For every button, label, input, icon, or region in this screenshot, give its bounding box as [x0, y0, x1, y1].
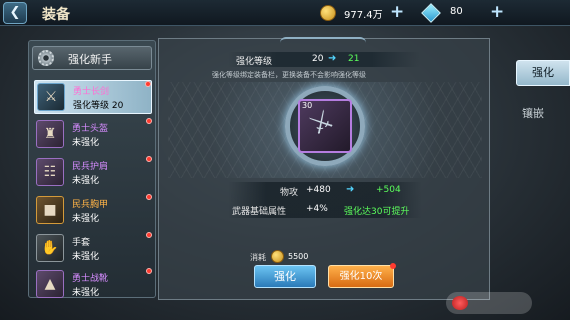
notification-dot — [146, 232, 152, 238]
enhance-10-label: 强化10次 — [339, 271, 383, 282]
stat-new-value: 强化达30可提升 — [344, 207, 410, 217]
item-name: 手套 — [72, 238, 91, 248]
stat-value: +4% — [306, 204, 328, 214]
item-status: 未强化 — [72, 176, 100, 186]
sword-icon: ⚔ — [37, 83, 65, 111]
helmet-icon: ♜ — [36, 120, 64, 148]
notification-dot — [146, 118, 152, 124]
add-gold-button[interactable]: + — [390, 2, 404, 22]
back-button[interactable]: ❮ — [3, 2, 27, 24]
notification-dot — [390, 263, 396, 269]
item-name: 勇士头盔 — [72, 124, 109, 134]
equipment-item[interactable]: ⚔ 勇士长剑 强化等级 20 — [34, 80, 152, 114]
equipment-item[interactable]: ☷ 民兵护肩 未强化 — [34, 156, 152, 190]
add-diamond-button[interactable]: + — [490, 2, 504, 22]
back-arrow-icon: ❮ — [9, 5, 21, 20]
notification-dot — [146, 268, 152, 274]
panel-title: 强化新手 — [68, 53, 112, 66]
gold-coin-icon — [320, 5, 336, 21]
boots-icon: ▲ — [36, 270, 64, 298]
stat-value: +480 — [306, 185, 331, 195]
equipment-item[interactable]: ■ 民兵胸甲 未强化 — [34, 194, 152, 228]
tab-enhance[interactable]: 强化 — [516, 60, 570, 86]
enhance-10-button[interactable]: 强化10次 — [328, 263, 396, 288]
tab-inlay[interactable]: 镶嵌 — [522, 105, 544, 121]
equipment-item[interactable]: ▲ 勇士战靴 未强化 — [34, 268, 152, 302]
gloves-icon: ✋ — [36, 234, 64, 262]
level-to: 21 — [348, 54, 360, 64]
cost-label: 消耗 — [250, 253, 266, 262]
stat-label: 物攻 — [280, 188, 299, 198]
stat-new-value: +504 — [376, 185, 401, 195]
notification-dot — [146, 156, 152, 162]
item-name: 民兵胸甲 — [72, 200, 109, 210]
item-status: 未强化 — [72, 214, 100, 224]
item-name: 勇士长剑 — [73, 87, 110, 97]
chest-armor-icon: ■ — [36, 196, 64, 224]
top-bar — [0, 0, 570, 26]
page-title: 装备 — [42, 7, 70, 23]
item-status: 未强化 — [72, 252, 100, 262]
arrow-right-icon: ➜ — [346, 184, 355, 195]
item-name: 民兵护肩 — [72, 162, 109, 172]
level-label: 强化等级 — [236, 57, 273, 67]
panel-ornament — [280, 37, 366, 45]
notification-dot — [145, 81, 151, 87]
item-name: 勇士战靴 — [72, 274, 109, 284]
equipment-item[interactable]: ✋ 手套 未强化 — [34, 232, 152, 266]
stat-label: 武器基础属性 — [232, 207, 287, 217]
shoulder-armor-icon: ☷ — [36, 158, 64, 186]
arrow-right-icon: ➜ — [328, 53, 337, 64]
level-from: 20 — [312, 54, 324, 64]
item-status: 未强化 — [72, 288, 100, 298]
gold-coin-icon — [271, 250, 284, 263]
enhance-button[interactable]: 强化 — [254, 265, 316, 288]
gear-icon — [38, 50, 54, 66]
item-status: 未强化 — [72, 138, 100, 148]
item-status: 强化等级 20 — [73, 101, 124, 111]
diamond-amount: 80 — [450, 6, 463, 17]
weapon-level: 30 — [302, 101, 313, 110]
equipment-item[interactable]: ♜ 勇士头盔 未强化 — [34, 118, 152, 152]
notification-dot — [146, 194, 152, 200]
cost-value: 5500 — [288, 252, 309, 261]
gold-amount: 977.4万 — [344, 10, 383, 21]
enhance-hint: 强化等级绑定装备栏，更换装备不会影响强化等级 — [212, 71, 366, 79]
watermark-logo-icon — [452, 296, 468, 310]
